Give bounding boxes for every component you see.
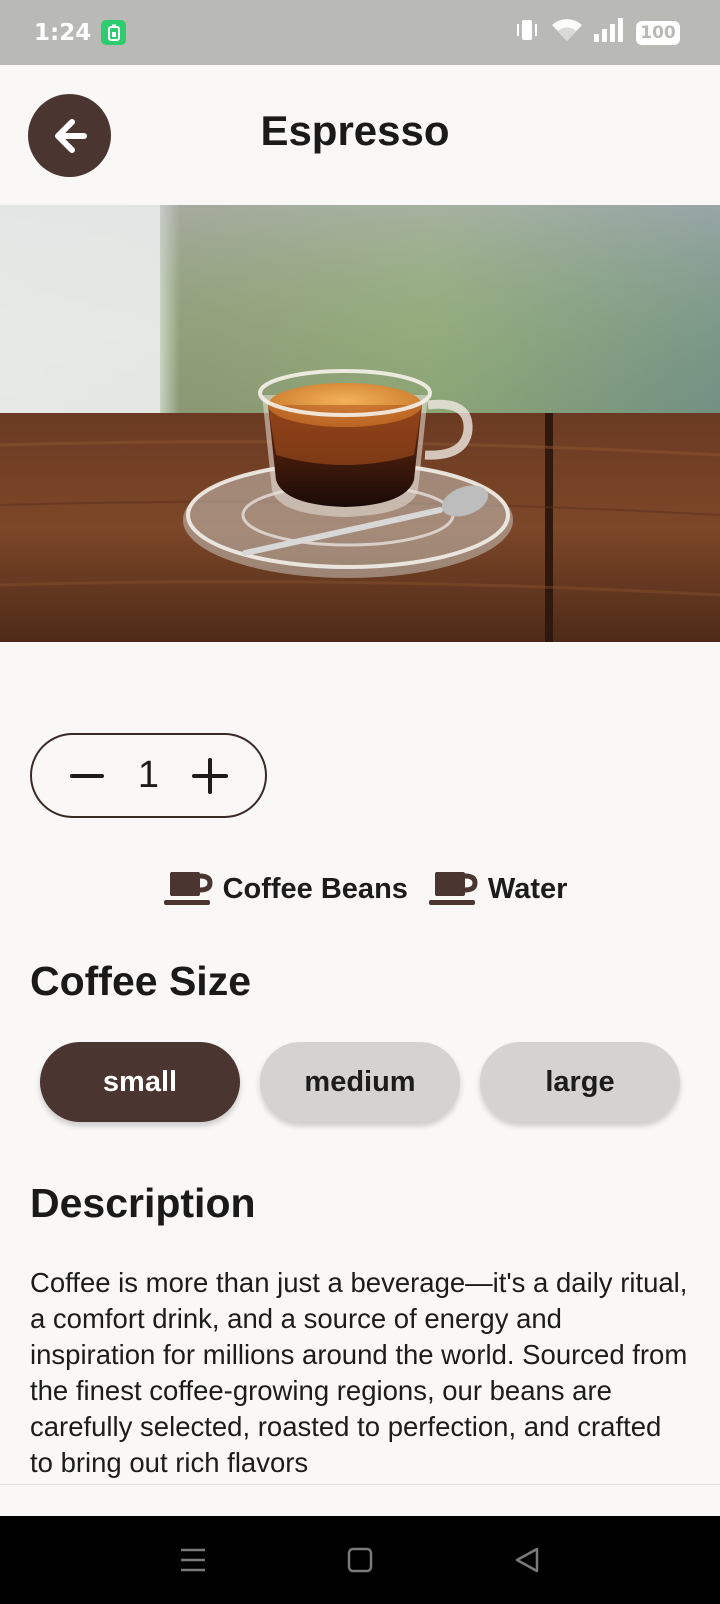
quantity-value: 1 bbox=[137, 754, 160, 796]
quantity-stepper: 1 bbox=[30, 733, 267, 818]
ingredient-item: Coffee Beans bbox=[163, 870, 408, 908]
back-nav-button[interactable] bbox=[507, 1540, 547, 1580]
minus-icon bbox=[69, 773, 104, 778]
size-option-small[interactable]: small bbox=[40, 1042, 240, 1122]
bottom-divider bbox=[0, 1484, 720, 1516]
status-left: 1:24 bbox=[34, 19, 127, 46]
decrement-button[interactable] bbox=[65, 754, 109, 798]
status-bar: 1:24 100 bbox=[0, 0, 720, 65]
ingredients-row: Coffee Beans Water bbox=[0, 867, 720, 911]
size-option-medium[interactable]: medium bbox=[260, 1042, 460, 1122]
description-title: Description bbox=[30, 1180, 256, 1226]
menu-button[interactable] bbox=[173, 1540, 213, 1580]
wifi-icon bbox=[550, 17, 584, 48]
espresso-cup-photo bbox=[0, 205, 720, 642]
hero-image bbox=[0, 205, 720, 642]
home-button[interactable] bbox=[340, 1540, 380, 1580]
battery-saver-icon bbox=[101, 20, 127, 45]
size-options: small medium large bbox=[40, 1042, 680, 1122]
system-nav-bar bbox=[0, 1516, 720, 1604]
back-icon bbox=[515, 1547, 538, 1573]
signal-icon bbox=[594, 17, 626, 48]
app-header: Espresso bbox=[0, 65, 720, 205]
ingredient-item: Water bbox=[428, 870, 568, 908]
vibrate-icon bbox=[514, 18, 540, 47]
ingredient-label: Water bbox=[487, 872, 568, 905]
page-title: Espresso bbox=[0, 107, 720, 155]
battery-icon: 100 bbox=[636, 20, 680, 45]
menu-icon bbox=[181, 1548, 206, 1572]
status-time: 1:24 bbox=[34, 19, 92, 46]
coffee-cup-icon bbox=[428, 872, 478, 905]
coffee-cup-icon bbox=[163, 872, 213, 905]
increment-button[interactable] bbox=[188, 754, 232, 798]
status-right: 100 bbox=[514, 17, 680, 48]
ingredient-label: Coffee Beans bbox=[222, 872, 408, 905]
coffee-size-title: Coffee Size bbox=[30, 958, 251, 1004]
home-icon bbox=[347, 1547, 373, 1573]
size-option-large[interactable]: large bbox=[480, 1042, 680, 1122]
page-title-text: Espresso bbox=[260, 107, 450, 154]
description-text: Coffee is more than just a beverage—it's… bbox=[30, 1267, 688, 1478]
plus-icon bbox=[192, 757, 229, 794]
